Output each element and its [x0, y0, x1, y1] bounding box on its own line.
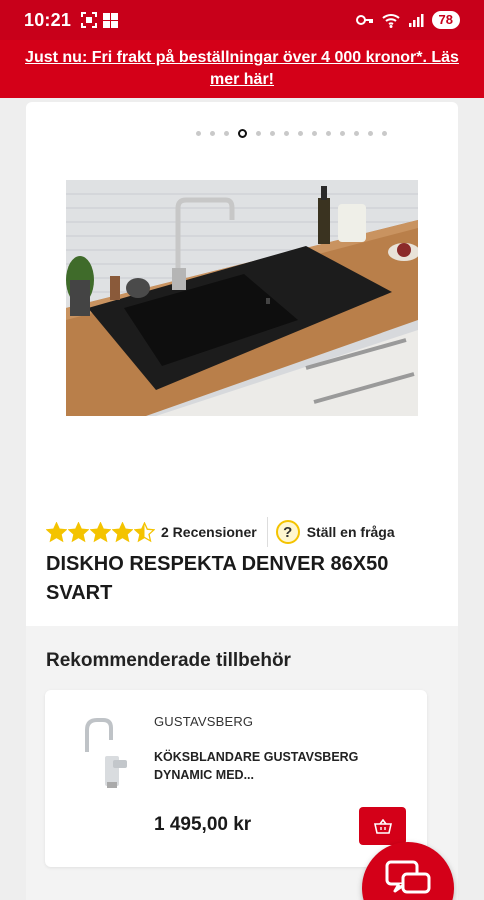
carousel-dot[interactable] — [270, 131, 275, 136]
carousel-dot[interactable] — [224, 131, 229, 136]
star-icon — [112, 521, 133, 542]
carousel-dot[interactable] — [256, 131, 261, 136]
product-photo — [66, 180, 418, 416]
add-to-cart-button[interactable] — [359, 807, 406, 845]
promo-link[interactable]: Just nu: Fri frakt på beställningar över… — [22, 47, 462, 91]
battery-indicator: 78 — [431, 11, 460, 29]
status-bar: 10:21 78 — [0, 0, 484, 40]
status-time: 10:21 — [24, 9, 72, 30]
carousel-dot[interactable] — [196, 131, 201, 136]
star-icon — [90, 521, 111, 542]
faucet-product-image[interactable] — [73, 710, 137, 790]
carousel-dot[interactable] — [326, 131, 331, 136]
accessory-card[interactable]: GUSTAVSBERG KÖKSBLANDARE GUSTAVSBERG DYN… — [45, 690, 427, 867]
chat-icon — [385, 860, 431, 894]
carousel-dot[interactable] — [238, 129, 247, 138]
accessory-price: 1 495,00 kr — [154, 814, 252, 835]
screenshot-icon — [81, 12, 98, 28]
carousel-dot[interactable] — [340, 131, 345, 136]
carousel-dot[interactable] — [284, 131, 289, 136]
accessory-brand: GUSTAVSBERG — [154, 714, 254, 729]
star-rating[interactable] — [46, 521, 155, 543]
accessory-name[interactable]: KÖKSBLANDARE GUSTAVSBERG DYNAMIC MED... — [154, 748, 394, 784]
reviews-link[interactable]: 2 Recensioner — [161, 524, 257, 540]
star-icon — [68, 521, 89, 542]
carousel-dot[interactable] — [312, 131, 317, 136]
accessories-heading: Rekommenderade tillbehör — [46, 650, 291, 671]
product-image[interactable] — [66, 180, 418, 416]
windows-icon — [103, 12, 119, 28]
divider — [266, 517, 268, 547]
question-icon[interactable]: ? — [275, 520, 300, 544]
carousel-dot[interactable] — [354, 131, 359, 136]
carousel-dot[interactable] — [298, 131, 303, 136]
status-left-icons — [81, 12, 119, 28]
ask-question-link[interactable]: Ställ en fråga — [307, 524, 395, 540]
carousel-dot[interactable] — [382, 131, 387, 136]
carousel-dot[interactable] — [210, 131, 215, 136]
product-title: DISKHO RESPEKTA DENVER 86X50 SVART — [46, 553, 389, 604]
key-icon — [355, 15, 373, 25]
carousel-dots[interactable] — [196, 129, 387, 138]
product-card: 2 Recensioner ? Ställ en fråga DISKHO RE… — [26, 102, 458, 632]
basket-icon — [373, 818, 392, 834]
star-icon — [134, 521, 155, 542]
promo-banner: Just nu: Fri frakt på beställningar över… — [0, 40, 484, 98]
wifi-icon — [381, 13, 400, 28]
star-icon — [46, 521, 67, 542]
signal-icon — [408, 14, 424, 27]
rating-row: 2 Recensioner ? Ställ en fråga — [46, 517, 395, 547]
carousel-dot[interactable] — [368, 131, 373, 136]
